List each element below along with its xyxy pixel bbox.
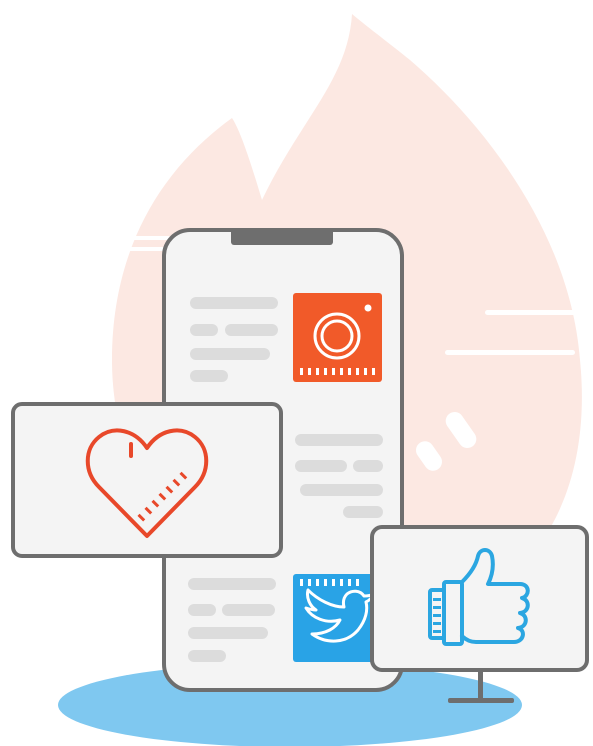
illustration-svg bbox=[11, 14, 593, 746]
phone-notch bbox=[231, 229, 333, 245]
instagram-icon bbox=[293, 293, 382, 382]
monitor-frame bbox=[370, 525, 589, 672]
flame-streak bbox=[485, 310, 593, 315]
twitter-icon bbox=[293, 574, 378, 662]
flame-streak bbox=[104, 247, 164, 251]
flame-streak bbox=[110, 236, 170, 240]
monitor-stand-pole bbox=[478, 668, 483, 700]
heart-card bbox=[11, 402, 283, 558]
monitor-stand-base bbox=[448, 698, 514, 703]
illustration bbox=[0, 0, 593, 746]
flame-streak bbox=[445, 350, 575, 355]
